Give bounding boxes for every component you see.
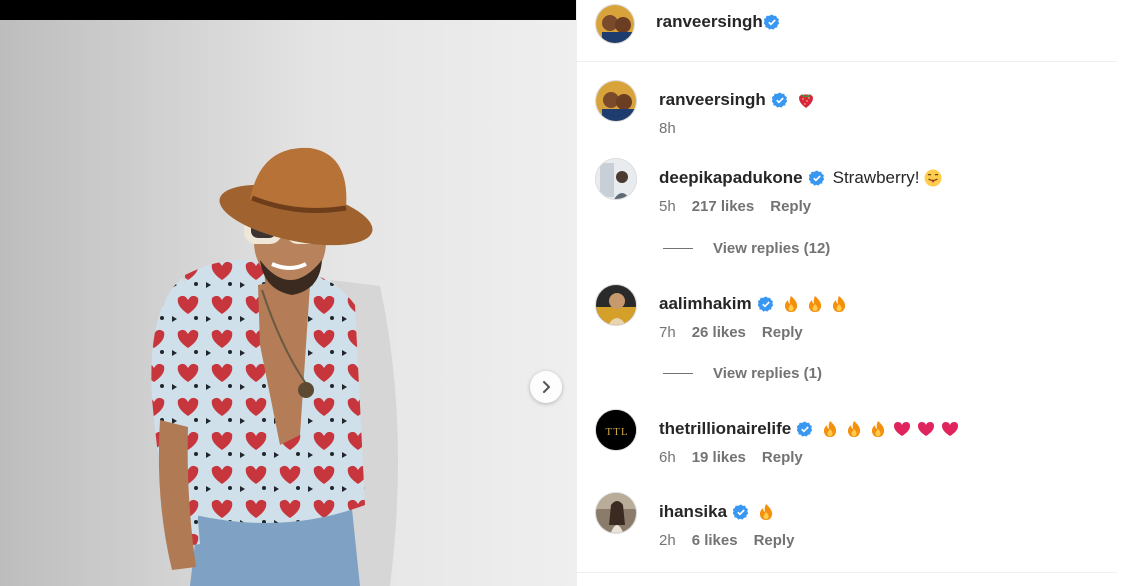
comment-time: 7h xyxy=(659,324,676,341)
heart-emoji-icon xyxy=(893,421,911,437)
heart-emoji-icon xyxy=(917,421,935,437)
view-replies-button[interactable]: View replies (12) xyxy=(663,240,830,257)
view-replies-button[interactable]: View replies (1) xyxy=(663,365,822,382)
comment-meta: 2h 6 likes Reply xyxy=(659,532,794,549)
comment-time: 2h xyxy=(659,532,676,549)
commenter-username[interactable]: ihansika xyxy=(659,502,727,522)
comments-panel: ranveersingh ranveersingh 8h deepikapadu… xyxy=(577,0,1146,586)
verified-badge-icon xyxy=(808,170,825,186)
fire-emoji-icon xyxy=(823,420,837,438)
comment-item: TTL thetrillionairelife 6h 19 likes Repl… xyxy=(577,409,1117,479)
next-media-button[interactable] xyxy=(530,371,562,403)
verified-badge-icon xyxy=(797,421,813,437)
comment-meta: 8h xyxy=(659,120,676,137)
fire-emoji-icon xyxy=(808,295,822,313)
reply-button[interactable]: Reply xyxy=(770,198,811,215)
view-replies-label: View replies (1) xyxy=(713,365,822,382)
commenter-avatar[interactable] xyxy=(595,284,637,326)
verified-badge-icon xyxy=(763,14,780,35)
comment-time: 6h xyxy=(659,449,676,466)
post-media xyxy=(0,0,576,586)
verified-badge-icon xyxy=(733,504,749,520)
comment-likes[interactable]: 217 likes xyxy=(692,198,755,215)
tongue-face-emoji-icon xyxy=(924,169,942,187)
fire-emoji-icon xyxy=(759,503,773,521)
comment-item: ranveersingh 8h xyxy=(577,80,1117,150)
author-avatar[interactable] xyxy=(595,4,635,44)
commenter-avatar[interactable] xyxy=(595,80,637,122)
chevron-right-icon xyxy=(543,381,550,393)
commenter-avatar[interactable] xyxy=(595,158,637,200)
strawberry-emoji-icon xyxy=(798,91,814,109)
commenter-username[interactable]: deepikapadukone xyxy=(659,168,803,188)
comment-item: deepikapadukone Strawberry! 5h 217 likes… xyxy=(577,158,1117,228)
reply-button[interactable]: Reply xyxy=(754,532,795,549)
reply-button[interactable]: Reply xyxy=(762,324,803,341)
commenter-username[interactable]: ranveersingh xyxy=(659,90,766,110)
author-username[interactable]: ranveersingh xyxy=(656,12,763,32)
comment-likes[interactable]: 26 likes xyxy=(692,324,746,341)
verified-badge-icon xyxy=(757,296,774,312)
comment-time: 8h xyxy=(659,120,676,137)
heart-emoji-icon xyxy=(941,421,959,437)
replies-dash xyxy=(663,373,693,374)
post-photo[interactable] xyxy=(0,20,576,586)
commenter-avatar[interactable]: TTL xyxy=(595,409,637,451)
replies-dash xyxy=(663,248,693,249)
fire-emoji-icon xyxy=(847,420,861,438)
fire-emoji-icon xyxy=(832,295,846,313)
comment-text: Strawberry! xyxy=(832,168,920,187)
commenter-username[interactable]: aalimhakim xyxy=(659,294,752,314)
fire-emoji-icon xyxy=(784,295,798,313)
bottom-divider xyxy=(577,572,1117,573)
comment-meta: 6h 19 likes Reply xyxy=(659,449,803,466)
commenter-username[interactable]: thetrillionairelife xyxy=(659,419,791,439)
commenter-avatar[interactable] xyxy=(595,492,637,534)
reply-button[interactable]: Reply xyxy=(762,449,803,466)
comment-time: 5h xyxy=(659,198,676,215)
comment-meta: 5h 217 likes Reply xyxy=(659,198,811,215)
verified-badge-icon xyxy=(771,92,788,108)
fire-emoji-icon xyxy=(871,420,885,438)
comment-meta: 7h 26 likes Reply xyxy=(659,324,803,341)
comment-likes[interactable]: 6 likes xyxy=(692,532,738,549)
comment-item: ihansika 2h 6 likes Reply xyxy=(577,492,1117,562)
comment-item: aalimhakim 7h 26 likes Reply xyxy=(577,284,1117,354)
post-header: ranveersingh xyxy=(577,0,1117,62)
view-replies-label: View replies (12) xyxy=(713,240,831,257)
comment-likes[interactable]: 19 likes xyxy=(692,449,746,466)
media-top-bar xyxy=(0,0,576,20)
ttl-logo-text: TTL xyxy=(605,426,628,438)
